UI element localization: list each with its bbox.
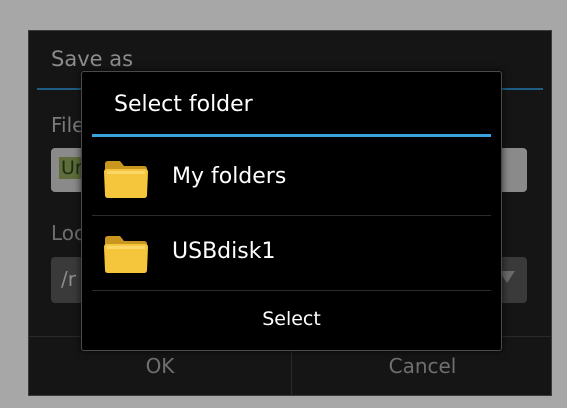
location-value: /r xyxy=(61,267,76,291)
select-folder-title: Select folder xyxy=(114,92,253,117)
folder-item-usbdisk1[interactable]: USBdisk1 xyxy=(92,217,491,291)
folder-item-label: My folders xyxy=(172,164,287,189)
save-as-title: Save as xyxy=(51,47,134,71)
folder-icon xyxy=(104,161,148,198)
folder-item-my-folders[interactable]: My folders xyxy=(92,142,491,216)
folder-icon xyxy=(104,236,148,273)
folder-item-label: USBdisk1 xyxy=(172,239,276,264)
select-button[interactable]: Select xyxy=(92,294,491,344)
screen: Save as File Un Loc /r OK Cancel Select … xyxy=(0,0,567,408)
title-divider xyxy=(92,134,491,137)
file-label: File xyxy=(51,113,85,137)
select-folder-dialog: Select folder My folders USBdisk1 Select xyxy=(81,71,502,351)
location-label: Loc xyxy=(51,221,86,245)
